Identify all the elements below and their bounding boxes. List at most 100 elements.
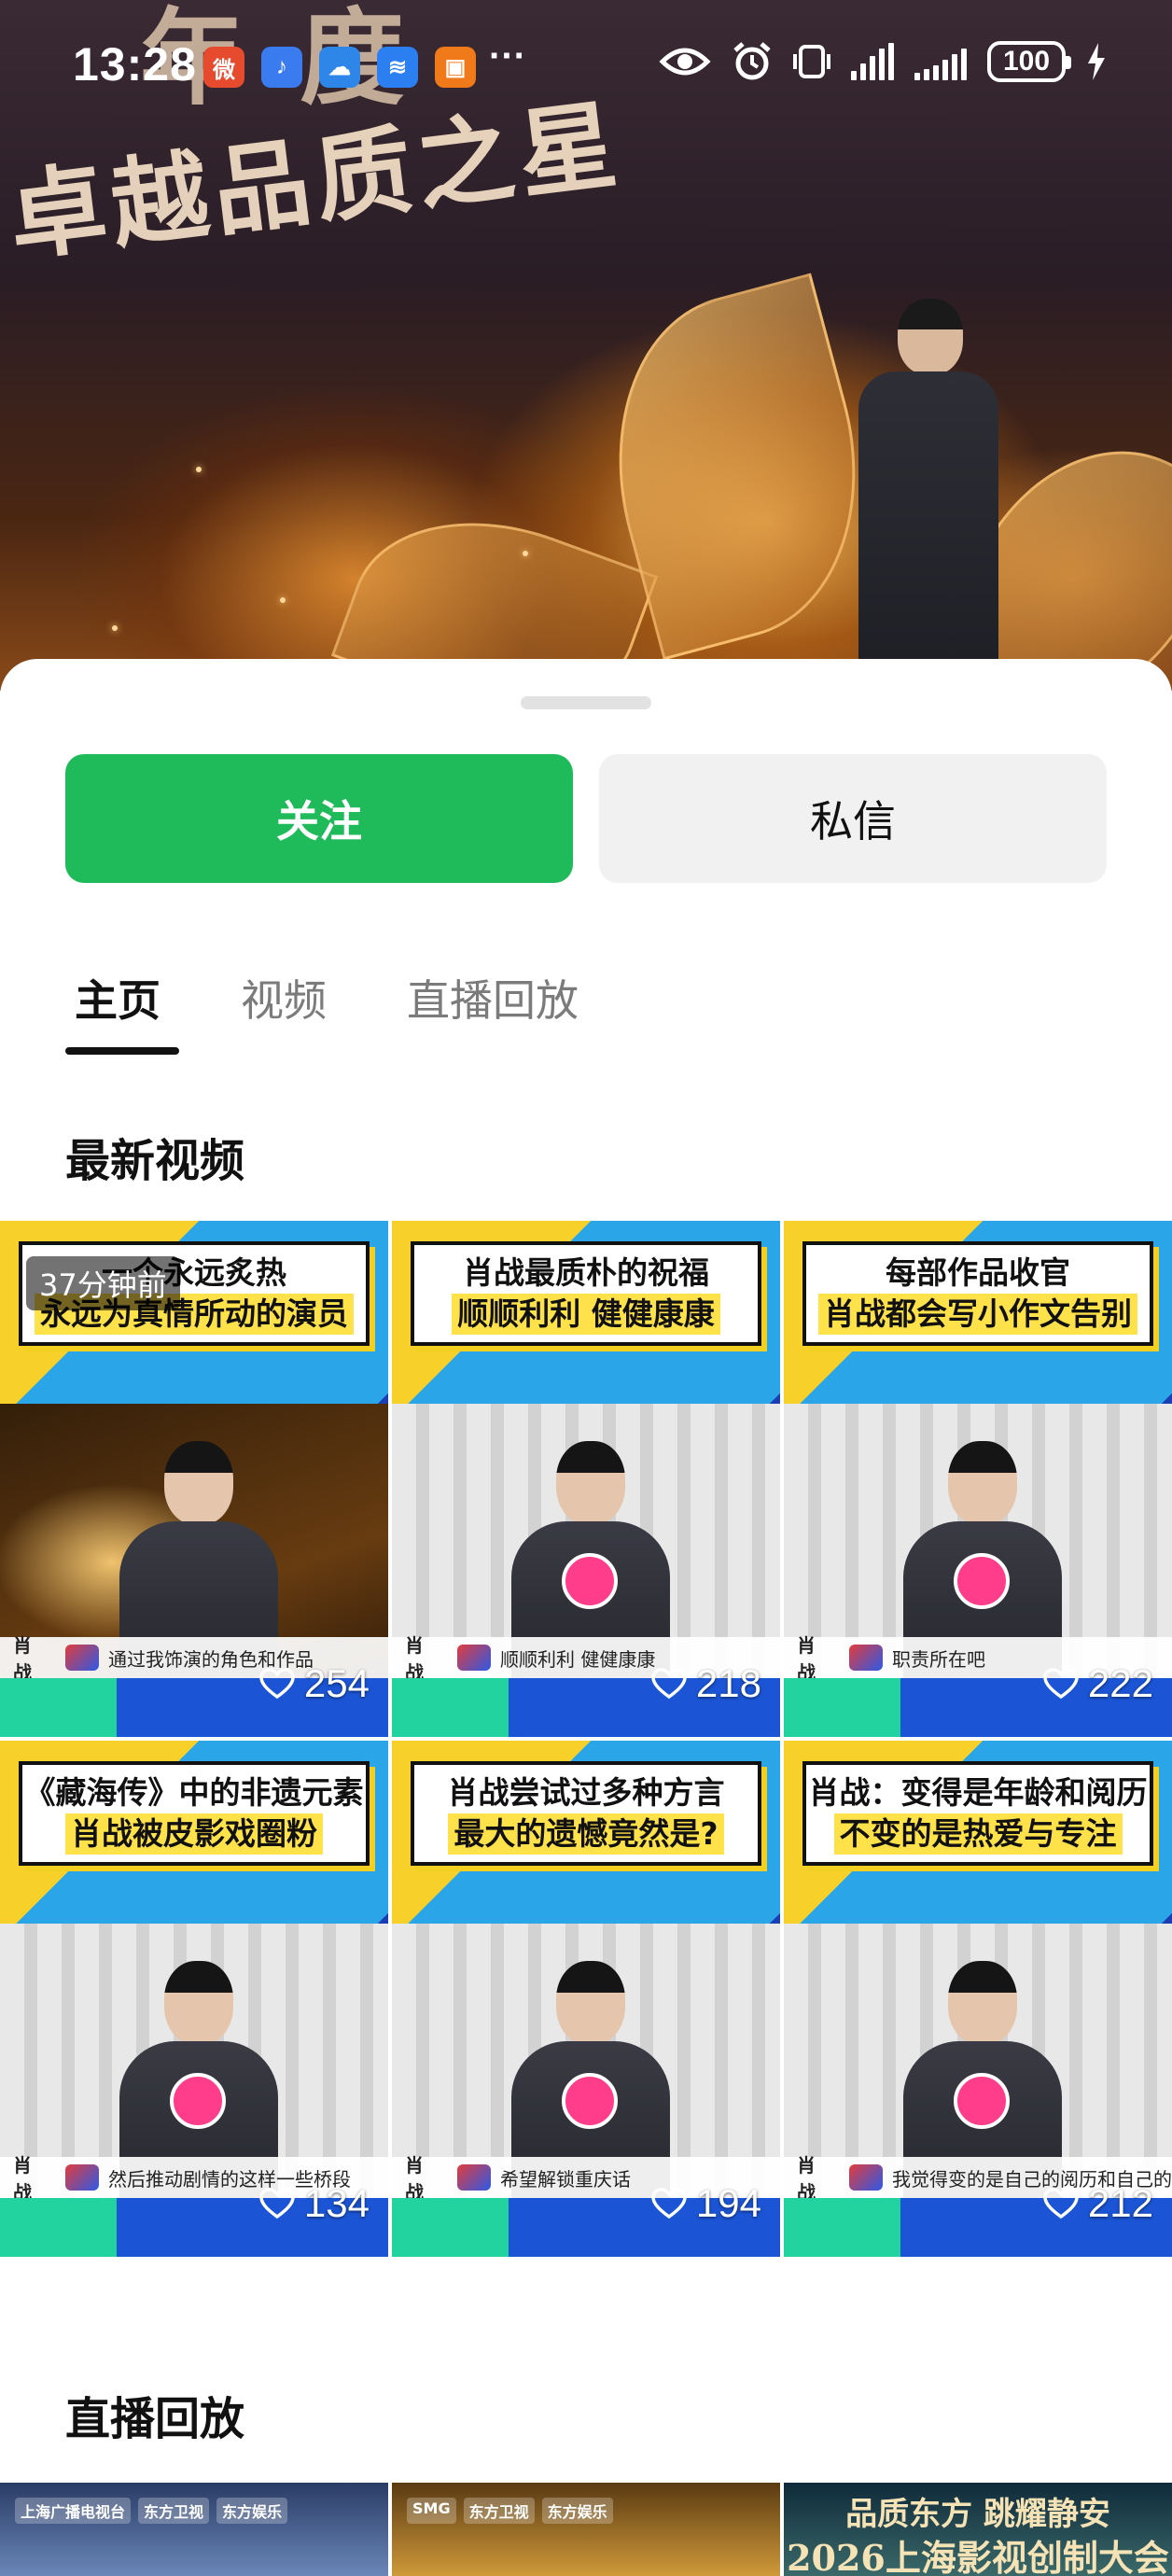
sparkle [112, 625, 118, 631]
video-card[interactable]: 肖战最质朴的祝福顺顺利利 健健康康东方新娱乐肖 战顺顺利利 健健康康218 [392, 1221, 780, 1737]
drag-handle[interactable] [521, 696, 651, 709]
channel-logos: 上海广播电视台 东方卫视 东方娱乐 [15, 2498, 288, 2524]
channel-logo-icon [457, 2164, 491, 2191]
tab-home[interactable]: 主页 [75, 967, 160, 1029]
charging-icon [1086, 43, 1107, 80]
like-count: 212 [1043, 2181, 1153, 2226]
replay-title: 2026上海影视创制大会 [787, 2537, 1169, 2576]
tiktok-icon: ♪ [261, 47, 302, 88]
channel-logo: 东方卫视 [463, 2498, 535, 2524]
video-card[interactable]: 《藏海传》中的非遗元素肖战被皮影戏圈粉东方新娱乐肖 战然后推动剧情的这样一些桥段… [0, 1741, 388, 2257]
channel-logo-icon [849, 1645, 883, 1671]
banner-person [840, 299, 1026, 691]
battery-level: 100 [1002, 46, 1051, 77]
microphone-icon [954, 2073, 1010, 2129]
channel-logo-icon [65, 1645, 99, 1671]
subtitle-speaker: 肖 战 [13, 2154, 32, 2204]
bluetooth-vibrate-icon [793, 41, 830, 82]
replay-subtitle: 品质东方 跳耀静安 [845, 2496, 1110, 2533]
video-title-line2: 最大的遗憾竟然是? [448, 1813, 724, 1855]
video-card[interactable]: 肖战尝试过多种方言最大的遗憾竟然是?东方新娱乐肖 战希望解锁重庆话194 [392, 1741, 780, 2257]
video-title-banner: 肖战：变得是年龄和阅历 不变的是热爱与专注 [802, 1761, 1153, 1866]
channel-logo: SMG [407, 2498, 456, 2524]
heart-icon [1043, 1668, 1079, 1700]
video-title-line2: 肖战被皮影戏圈粉 [65, 1813, 323, 1855]
video-title-banner: 《藏海传》中的非遗元素 肖战被皮影戏圈粉 [19, 1761, 370, 1866]
wifi-app-icon: ≋ [377, 47, 418, 88]
signal-icon [914, 43, 967, 80]
message-button[interactable]: 私信 [599, 754, 1107, 883]
active-tab-indicator [65, 1047, 179, 1055]
status-time: 13:28 [73, 38, 197, 91]
video-title-line2: 肖战都会写小作文告别 [818, 1294, 1137, 1335]
video-title-banner: 肖战最质朴的祝福 顺顺利利 健健康康 [411, 1241, 761, 1346]
sparkle [196, 467, 202, 472]
heart-icon [259, 1668, 295, 1700]
microphone-icon [954, 1553, 1010, 1609]
replay-card[interactable]: SMG 东方卫视 东方娱乐 [392, 2483, 780, 2576]
time-badge: 37分钟前 [26, 1256, 180, 1310]
like-count-value: 222 [1087, 1661, 1153, 1705]
video-title-line2: 顺顺利利 健健康康 [452, 1294, 720, 1335]
subtitle-speaker: 肖 战 [405, 2154, 424, 2204]
channel-logo: 东方娱乐 [541, 2498, 613, 2524]
weibo-icon: 微 [203, 47, 244, 88]
sparkle [523, 551, 528, 556]
subtitle-speaker: 肖 战 [797, 2154, 816, 2204]
like-count-value: 218 [695, 1661, 761, 1705]
alarm-icon [732, 41, 773, 82]
orange-app-icon: ▣ [435, 47, 476, 88]
channel-logo-icon [849, 2164, 883, 2191]
video-title-line1: 肖战：变得是年龄和阅历 [808, 1774, 1148, 1811]
video-title-banner: 肖战尝试过多种方言 最大的遗憾竟然是? [411, 1761, 761, 1866]
replay-card[interactable]: 上海广播电视台 东方卫视 东方娱乐 [0, 2483, 388, 2576]
like-count-value: 134 [303, 2181, 370, 2225]
heart-icon [1043, 2188, 1079, 2219]
more-notifications-icon: ··· [489, 35, 526, 77]
microphone-icon [562, 2073, 618, 2129]
subtitle-speaker: 肖 战 [797, 1634, 816, 1684]
status-bar: 13:28 微 ♪ ☁ ≋ ▣ ··· 100 [0, 0, 1172, 131]
tab-live-replay[interactable]: 直播回放 [407, 967, 579, 1029]
signal-icon [851, 43, 894, 80]
like-count-value: 254 [303, 1661, 370, 1705]
tab-videos[interactable]: 视频 [241, 967, 327, 1029]
profile-tabs: 主页 视频 直播回放 [0, 967, 1172, 1060]
channel-logo: 上海广播电视台 [15, 2498, 132, 2524]
cloud-app-icon: ☁ [319, 47, 360, 88]
channel-logos: SMG 东方卫视 东方娱乐 [407, 2498, 613, 2524]
follow-button[interactable]: 关注 [65, 754, 573, 883]
video-card[interactable]: 一个永远炙热 永远为真情所动的演员肖 战通过我饰演的角色和作品 254 37分钟前 [0, 1221, 388, 1737]
microphone-icon [170, 2073, 226, 2129]
sparkle [280, 597, 286, 603]
video-card[interactable]: 每部作品收官肖战都会写小作文告别东方新娱乐肖 战职责所在吧222 [784, 1221, 1172, 1737]
like-count: 218 [651, 1661, 761, 1706]
video-title-line2: 不变的是热爱与专注 [833, 1813, 1123, 1855]
heart-icon [259, 2188, 295, 2219]
channel-logo: 东方娱乐 [216, 2498, 288, 2524]
like-count-value: 212 [1087, 2181, 1153, 2225]
video-title-line1: 每部作品收官 [886, 1254, 1070, 1291]
battery-icon: 100 [987, 41, 1071, 82]
video-card[interactable]: 肖战：变得是年龄和阅历不变的是热爱与专注东方新娱乐肖 战我觉得变的是自己的阅历和… [784, 1741, 1172, 2257]
subtitle-speaker: 肖 战 [13, 1634, 32, 1684]
video-title-line1: 《藏海传》中的非遗元素 [24, 1774, 364, 1811]
eye-icon [659, 43, 711, 80]
like-count: 254 [259, 1661, 370, 1706]
live-replay-title: 直播回放 [65, 2393, 245, 2445]
channel-logo-icon [457, 1645, 491, 1671]
channel-logo-icon [65, 2164, 99, 2191]
microphone-icon [562, 1553, 618, 1609]
video-title-line1: 肖战尝试过多种方言 [447, 1774, 725, 1811]
like-count: 134 [259, 2181, 370, 2226]
video-title-line1: 肖战最质朴的祝福 [463, 1254, 709, 1291]
subtitle-speaker: 肖 战 [405, 1634, 424, 1684]
replay-card[interactable]: 品质东方 跳耀静安 2026上海影视创制大会 [784, 2483, 1172, 2576]
latest-videos-title: 最新视频 [65, 1135, 245, 1187]
like-count: 222 [1043, 1661, 1153, 1706]
channel-logo: 东方卫视 [138, 2498, 210, 2524]
video-title-banner: 每部作品收官 肖战都会写小作文告别 [802, 1241, 1153, 1346]
like-count-value: 194 [695, 2181, 761, 2225]
heart-icon [651, 1668, 687, 1700]
heart-icon [651, 2188, 687, 2219]
